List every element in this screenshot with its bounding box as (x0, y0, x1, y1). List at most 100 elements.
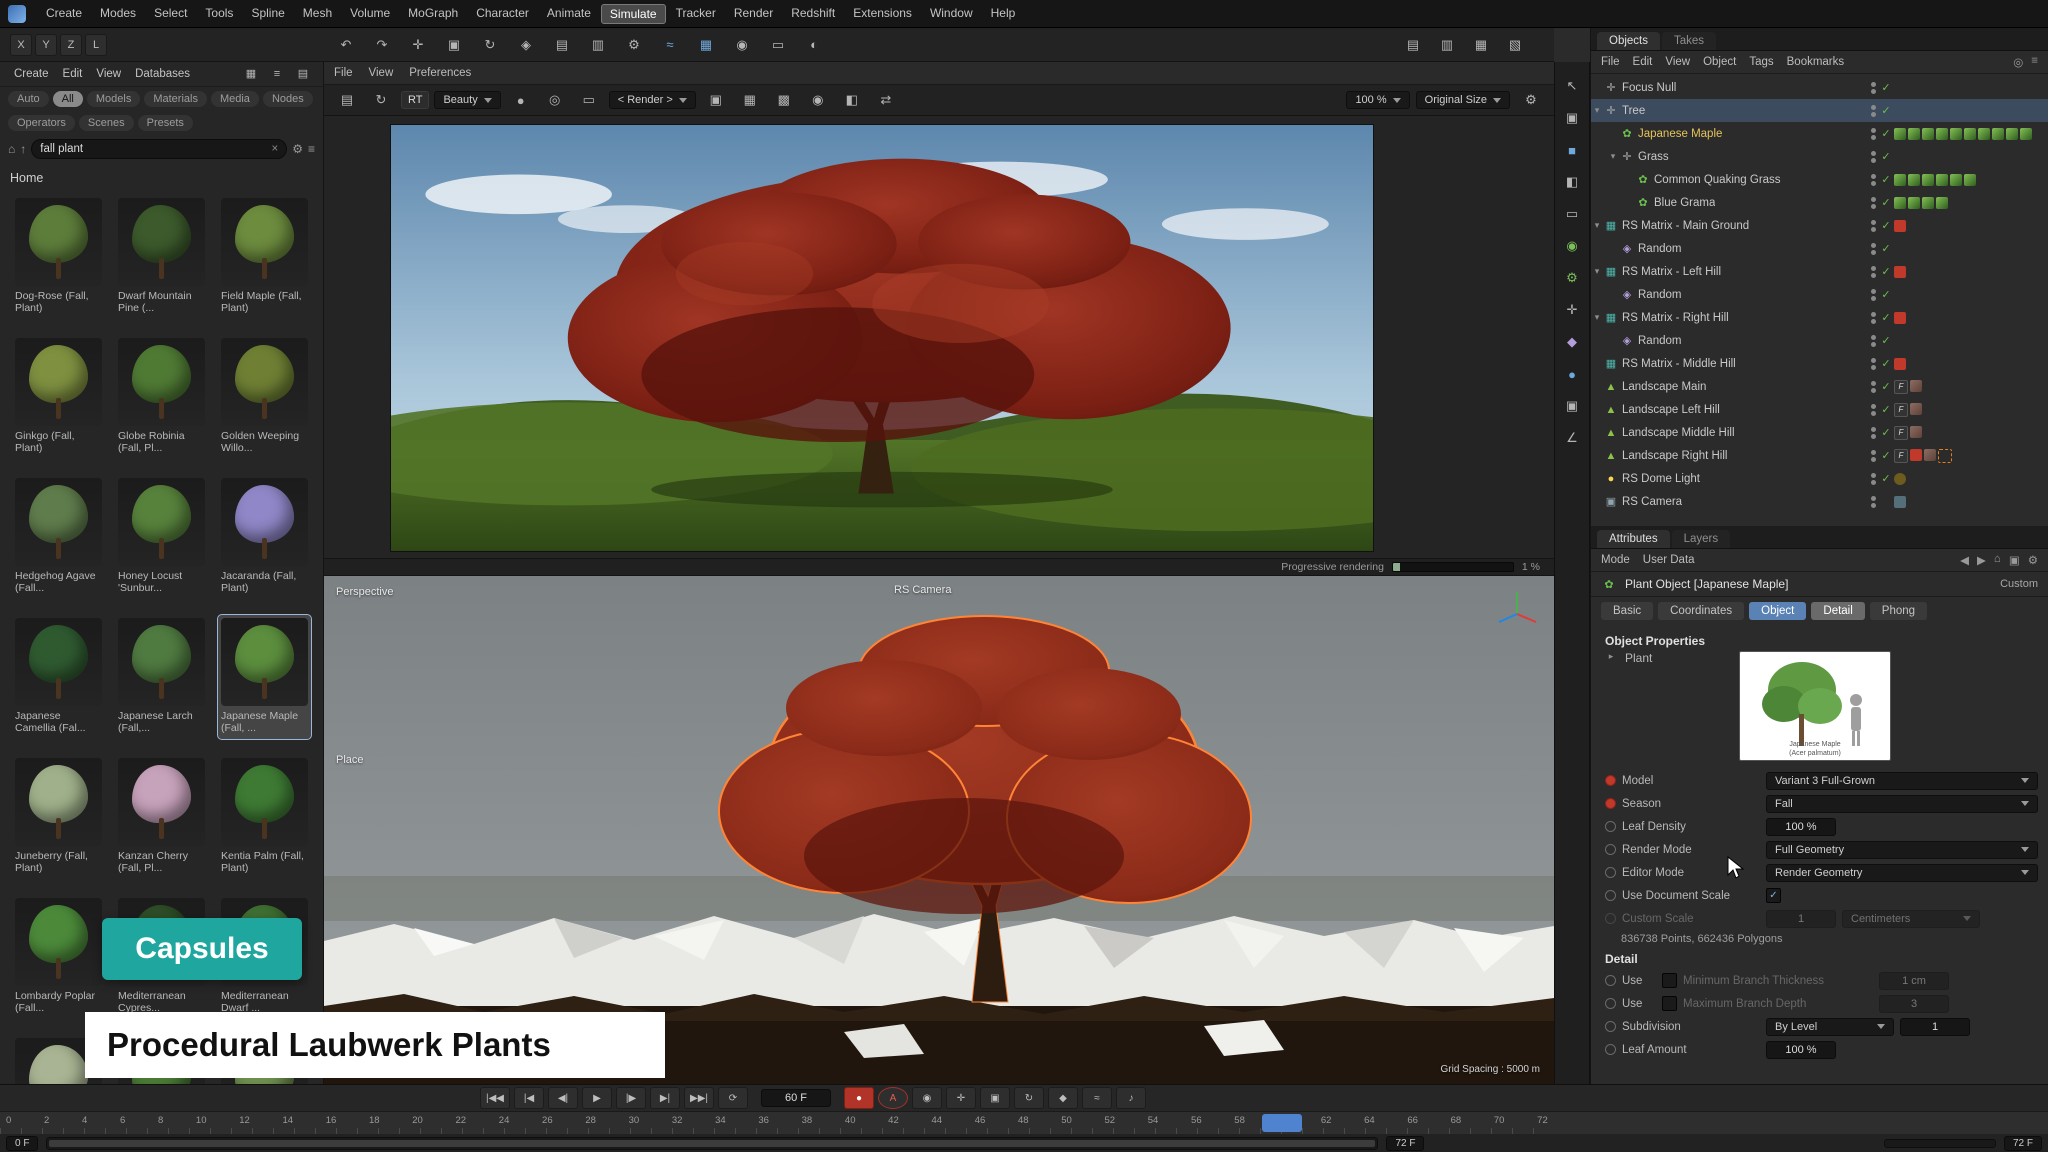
visibility-dots[interactable] (1868, 312, 1878, 324)
visibility-dots[interactable] (1868, 289, 1878, 301)
object-label[interactable]: RS Camera (1622, 496, 1682, 508)
menu-item[interactable]: Redshift (783, 4, 843, 24)
expand-arrow[interactable]: ▾ (1591, 266, 1603, 277)
menu-item[interactable]: Extensions (845, 4, 920, 24)
tag-icon[interactable] (1894, 312, 1906, 324)
editor-mode-dropdown[interactable]: Render Geometry (1766, 864, 2038, 882)
object-label[interactable]: RS Matrix - Left Hill (1622, 266, 1721, 278)
object-row[interactable]: Japanese Maple ✓ (1591, 122, 2048, 145)
keyframe-dot-icon[interactable] (1605, 821, 1616, 832)
object-row[interactable]: RS Dome Light ✓ (1591, 467, 2048, 490)
enabled-check-icon[interactable]: ✓ (1878, 426, 1894, 439)
tag-icon[interactable] (1950, 174, 1962, 186)
visibility-dots[interactable] (1868, 450, 1878, 462)
menu-item[interactable]: Window (922, 4, 981, 24)
timeline-ruler[interactable]: 0246810121416182022242628303234363840424… (0, 1112, 1554, 1134)
panel-tab[interactable]: Objects (1597, 32, 1660, 50)
plant-preview-image[interactable]: Japanese Maple (Acer palmatum) (1739, 651, 1891, 761)
render-region-icon[interactable]: ▥ (583, 33, 613, 57)
asset-menu-item[interactable]: Create (8, 67, 55, 81)
tag-icon[interactable] (1908, 197, 1920, 209)
asset-tile[interactable]: Japanese Maple (Fall, ... (218, 615, 311, 739)
tag-icon[interactable] (1894, 426, 1908, 440)
tag-icon[interactable] (1964, 174, 1976, 186)
menu-item[interactable]: Render (726, 4, 781, 24)
record-position-button[interactable]: ✛ (946, 1087, 976, 1109)
panel-tab[interactable]: Attributes (1597, 530, 1670, 548)
keyframe-dot-icon[interactable] (1605, 1044, 1616, 1055)
object-row[interactable]: Common Quaking Grass ✓ (1591, 168, 2048, 191)
enabled-check-icon[interactable]: ✓ (1878, 127, 1894, 140)
enabled-check-icon[interactable]: ✓ (1878, 265, 1894, 278)
measure-icon[interactable]: ∠ (1557, 426, 1587, 450)
object-row[interactable]: Landscape Middle Hill ✓ (1591, 421, 2048, 444)
sound-button[interactable]: ♪ (1116, 1087, 1146, 1109)
axis-gizmo[interactable] (1494, 588, 1540, 634)
tag-icon[interactable] (1894, 358, 1906, 370)
menu-item[interactable]: Tracker (668, 4, 724, 24)
tag-icon[interactable] (1894, 197, 1906, 209)
attribute-tab[interactable]: Coordinates (1658, 602, 1744, 620)
viewport-name-label[interactable]: Perspective (336, 586, 393, 598)
menu-item[interactable]: Volume (342, 4, 398, 24)
object-label[interactable]: RS Matrix - Right Hill (1622, 312, 1729, 324)
keyframe-dot-icon[interactable] (1605, 890, 1616, 901)
menu-item[interactable]: Help (983, 4, 1024, 24)
object-label[interactable]: RS Matrix - Main Ground (1622, 220, 1749, 232)
render-settings-gear-icon[interactable]: ⚙ (1516, 88, 1546, 112)
season-slider[interactable]: Fall (1766, 795, 2038, 813)
record-button[interactable]: ● (844, 1087, 874, 1109)
timeline-zoom-slider[interactable] (1884, 1139, 1996, 1148)
render-view-icon[interactable]: ▤ (547, 33, 577, 57)
tag-icon[interactable] (1910, 449, 1922, 461)
visibility-dots[interactable] (1868, 243, 1878, 255)
record-pla-button[interactable]: ≈ (1082, 1087, 1112, 1109)
object-label[interactable]: Japanese Maple (1638, 128, 1722, 140)
menu-item[interactable]: Create (38, 4, 90, 24)
axis-mode-icon[interactable]: ✛ (1557, 298, 1587, 322)
object-label[interactable]: Random (1638, 335, 1681, 347)
asset-filter-tab[interactable]: All (53, 91, 83, 107)
asset-filter-tab[interactable]: Materials (144, 91, 207, 107)
object-label[interactable]: Landscape Middle Hill (1622, 427, 1735, 439)
keyframe-dot-icon[interactable] (1605, 798, 1616, 809)
asset-tile[interactable]: Globe Robinia (Fall, Pl... (115, 335, 208, 459)
tag-icon[interactable] (1922, 128, 1934, 140)
model-dropdown[interactable]: Variant 3 Full-Grown (1766, 772, 2038, 790)
object-row[interactable]: Random ✓ (1591, 237, 2048, 260)
tag-icon[interactable] (1924, 449, 1936, 461)
field-icon[interactable]: ● (1557, 362, 1587, 386)
menu-item[interactable]: Animate (539, 4, 599, 24)
asset-menu-item[interactable]: Databases (129, 67, 196, 81)
visibility-dots[interactable] (1868, 128, 1878, 140)
visibility-dots[interactable] (1868, 404, 1878, 416)
tag-icon[interactable] (1910, 426, 1922, 438)
undo-icon[interactable]: ↶ (331, 33, 361, 57)
tag-icon[interactable] (1894, 496, 1906, 508)
tag-icon[interactable] (1894, 220, 1906, 232)
asset-menu-item[interactable]: Edit (57, 67, 89, 81)
volume-icon[interactable]: ◆ (1557, 330, 1587, 354)
object-label[interactable]: Tree (1622, 105, 1645, 117)
visibility-dots[interactable] (1868, 427, 1878, 439)
object-row[interactable]: ▾ Grass ✓ (1591, 145, 2048, 168)
render-settings-icon[interactable]: ⚙ (619, 33, 649, 57)
object-label[interactable]: Common Quaking Grass (1654, 174, 1781, 186)
up-icon[interactable]: ↑ (20, 142, 26, 156)
menu-item[interactable]: MoGraph (400, 4, 466, 24)
expand-arrow[interactable]: ▾ (1607, 151, 1619, 162)
object-label[interactable]: Random (1638, 243, 1681, 255)
asset-filter-tab[interactable]: Media (211, 91, 259, 107)
object-label[interactable]: Landscape Left Hill (1622, 404, 1720, 416)
simulate-scene-icon[interactable]: ≈ (655, 33, 685, 57)
playhead[interactable] (1262, 1114, 1302, 1132)
object-row[interactable]: ▾ RS Matrix - Main Ground ✓ (1591, 214, 2048, 237)
last-tool-icon[interactable]: ◈ (511, 33, 541, 57)
grid-view-icon[interactable]: ▦ (239, 65, 263, 83)
enabled-check-icon[interactable]: ✓ (1878, 81, 1894, 94)
keyframe-dot-icon[interactable] (1605, 775, 1616, 786)
object-row[interactable]: Landscape Main ✓ (1591, 375, 2048, 398)
home-icon[interactable]: ⌂ (1994, 553, 2001, 567)
asset-tile[interactable]: Dog-Rose (Fall, Plant) (12, 195, 105, 319)
layout-panel-icon[interactable]: ▤ (1398, 33, 1428, 57)
